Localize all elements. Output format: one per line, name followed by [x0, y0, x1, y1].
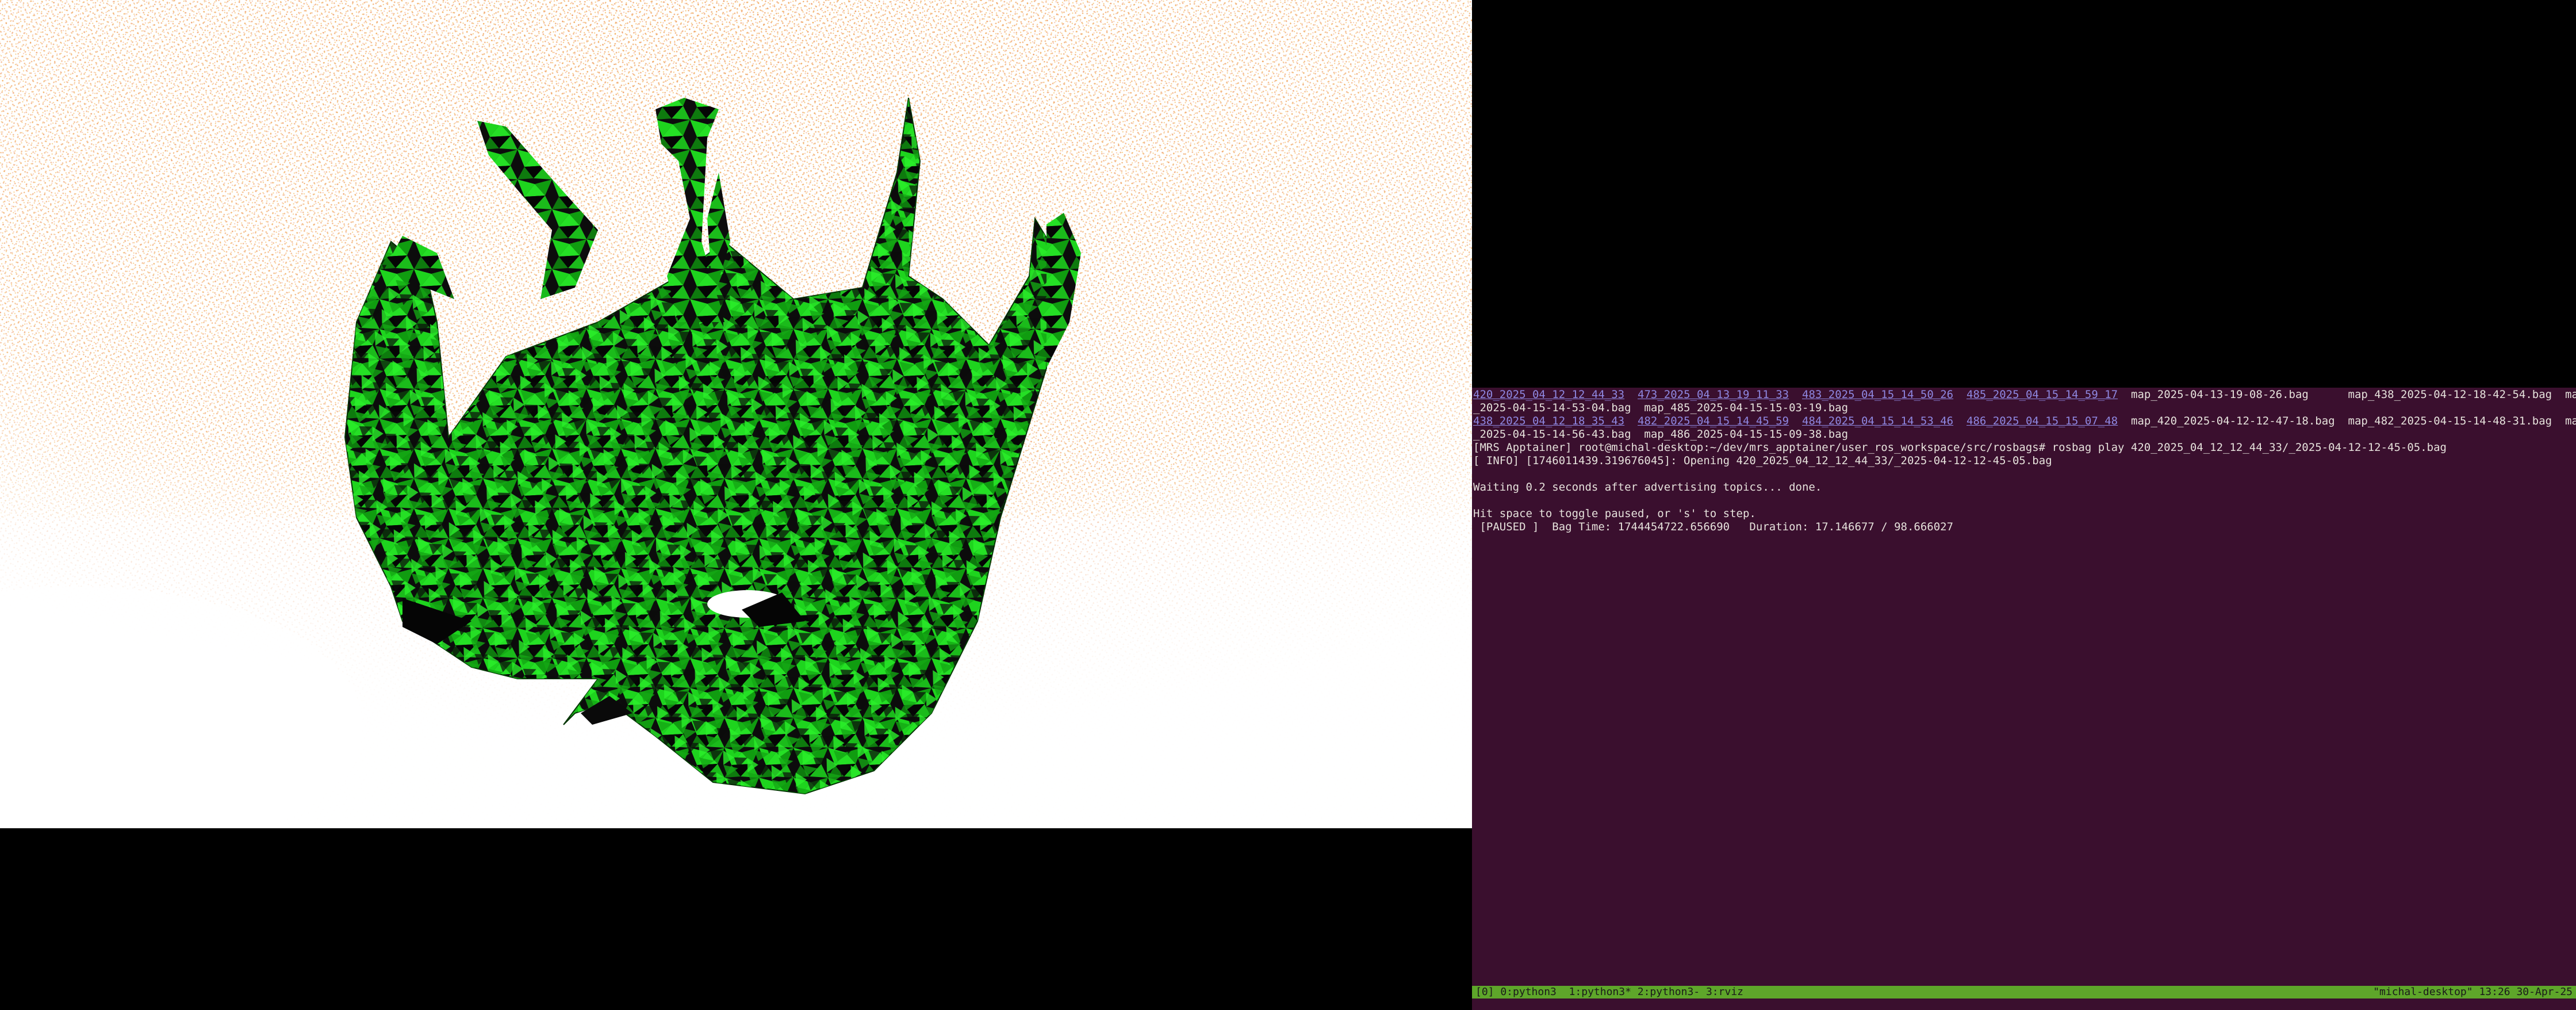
rosbag-waiting-line: Waiting 0.2 seconds after advertising to… [1473, 481, 1822, 493]
dir-entry: 485_2025_04_15_14_59_17 [1966, 388, 2118, 401]
file-entry: map_484 [2565, 415, 2576, 427]
file-entry: map_438_2025-04-12-18-42-54.bag [2348, 388, 2552, 401]
tmux-window-list[interactable]: [0] 0:python3 1:python3* 2:python3- 3:rv… [1475, 986, 1743, 998]
shell-prompt-command: [MRS Apptainer] root@michal-desktop:~/de… [1473, 441, 2447, 454]
dir-entry: 482_2025_04_15_14_45_59 [1638, 415, 1789, 427]
dir-entry: 473_2025_04_13_19_11_33 [1638, 388, 1789, 401]
file-entry: map_483 [2565, 388, 2576, 401]
file-entry: map_420_2025-04-12-12-47-18.bag [2131, 415, 2335, 427]
tmux-status-bar: [0] 0:python3 1:python3* 2:python3- 3:rv… [1472, 986, 2576, 998]
rviz-3d-viewport[interactable] [0, 0, 1472, 828]
rosbag-info-line: [ INFO] [1746011439.319676045]: Opening … [1473, 454, 2052, 467]
terminal-bottom-margin [1472, 998, 2576, 1010]
rosbag-status-line: [PAUSED ] Bag Time: 1744454722.656690 Du… [1473, 521, 1954, 533]
file-entry: map_2025-04-13-19-08-26.bag [2131, 388, 2309, 401]
dir-entry: 438_2025_04_12_18_35_43 [1473, 415, 1625, 427]
point-cloud-mesh-render [0, 0, 1472, 828]
empty-black-area-top-right [1472, 0, 2576, 388]
tmux-host-clock: "michal-desktop" 13:26 30-Apr-25 [2373, 986, 2573, 998]
empty-black-area [0, 828, 1472, 1010]
ls-output-row-2: 438_2025_04_12_18_35_43 482_2025_04_15_1… [1473, 415, 2576, 428]
ls-output-row-1: 420_2025_04_12_12_44_33 473_2025_04_13_1… [1473, 388, 2576, 401]
file-entry: map_482_2025-04-15-14-48-31.bag [2348, 415, 2552, 427]
terminal-window[interactable]: 420_2025_04_12_12_44_33 473_2025_04_13_1… [1472, 388, 2576, 1010]
dir-entry: 483_2025_04_15_14_50_26 [1802, 388, 1954, 401]
ls-output-row-2-wrap: _2025-04-15-14-56-43.bag map_486_2025-04… [1473, 428, 1849, 441]
dir-entry: 420_2025_04_12_12_44_33 [1473, 388, 1625, 401]
rosbag-hint-line: Hit space to toggle paused, or 's' to st… [1473, 507, 1756, 520]
dir-entry: 486_2025_04_15_15_07_48 [1966, 415, 2118, 427]
ls-output-row-1-wrap: _2025-04-15-14-53-04.bag map_485_2025-04… [1473, 401, 1849, 414]
dir-entry: 484_2025_04_15_14_53_46 [1802, 415, 1954, 427]
